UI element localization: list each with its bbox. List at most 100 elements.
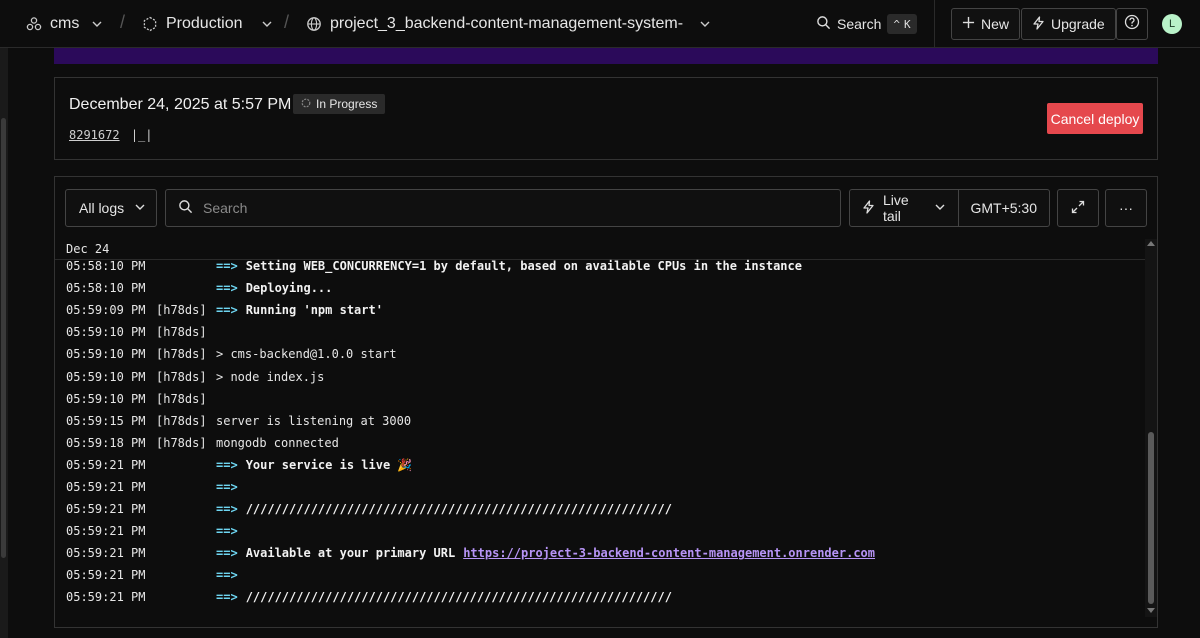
log-search-input[interactable]: Search [165,189,841,227]
upgrade-button[interactable]: Upgrade [1021,8,1116,40]
log-arrow: ==> [216,590,238,605]
chevron-down-icon [934,200,946,216]
log-message: ==> Your service is live 🎉 [216,458,412,472]
environment-switcher[interactable]: Production [142,0,273,48]
log-timestamp: 05:59:09 PM [66,303,146,318]
spinner-icon [301,97,311,111]
log-timestamp: 05:59:10 PM [66,369,146,384]
log-row: 05:58:10 PM ==> Setting WEB_CONCURRENCY=1 … [55,255,1145,277]
live-tail-button[interactable]: Live tail [850,190,958,226]
search-shortcut: ^ K [887,14,917,34]
log-message: ==> Available at your primary URL https://… [216,546,875,560]
log-timestamp: 05:59:18 PM [66,435,146,450]
log-row: 05:59:21 PM ==> [55,520,1145,542]
log-row: 05:59:09 PM [h78ds] ==> Running 'npm start' [55,299,1145,321]
deploy-card: December 24, 2025 at 5:57 PM In Progress… [54,77,1158,160]
log-timestamp: 05:59:10 PM [66,325,146,340]
workspace-icon [26,16,42,32]
log-scrollbar[interactable] [1145,239,1157,617]
expand-icon [1071,200,1085,217]
timezone-label: GMT+5:30 [970,200,1037,216]
search-label: Search [837,16,882,32]
log-text: Available at your primary URL [245,546,456,561]
chevron-down-icon [699,18,711,30]
log-list: 05:58:10 PM ==> Setting WEB_CONCURRENCY=1 … [55,255,1145,609]
log-message: ==> Setting WEB_CONCURRENCY=1 by default,… [216,259,802,273]
log-arrow: ==> [216,546,238,561]
log-timestamp: 05:58:10 PM [66,259,146,274]
workspace-switcher[interactable]: cms [26,0,103,48]
service-name: project_3_backend-content-management-sys… [330,15,684,32]
log-text: mongodb connected [216,435,339,450]
log-timestamp: 05:59:21 PM [66,590,146,605]
log-timestamp: 05:59:15 PM [66,413,146,428]
log-timestamp: 05:59:21 PM [66,502,146,517]
plus-icon [962,16,975,32]
cancel-deploy-button[interactable]: Cancel deploy [1047,103,1143,134]
breadcrumb-separator: / [284,12,290,32]
log-row: 05:59:10 PM [h78ds] > cms-backend@1.0.0 st… [55,343,1145,365]
expand-button[interactable] [1057,189,1099,227]
log-instance: [h78ds] [156,413,207,428]
log-filter-label: All logs [79,200,125,216]
log-timestamp: 05:59:21 PM [66,524,146,539]
outer-scrollbar-thumb[interactable] [1,118,6,558]
log-timestamp: 05:59:21 PM [66,546,146,561]
log-filter-dropdown[interactable]: All logs [65,189,157,227]
service-url-link[interactable]: https://project-3-backend-content-manage… [463,546,875,560]
more-options-button[interactable]: ··· [1105,189,1147,227]
environment-name: Production [166,15,243,32]
outer-scrollbar[interactable] [0,48,8,638]
new-button[interactable]: New [951,8,1021,40]
timezone-button[interactable]: GMT+5:30 [958,190,1049,226]
log-row: 05:59:21 PM ==> Your service is live 🎉 [55,454,1145,476]
log-message: ==> [216,524,246,538]
log-message: > cms-backend@1.0.0 start [216,347,397,361]
log-row: 05:59:21 PM ==> Available at your primary … [55,542,1145,564]
scroll-down-arrow[interactable] [1147,608,1155,613]
commit-info: 8291672 |_| [69,128,153,142]
log-message: ==> [216,568,246,582]
log-row: 05:59:15 PM [h78ds] server is listening at… [55,410,1145,432]
deploy-date: December 24, 2025 at 5:57 PM [69,96,292,113]
log-row: 05:59:10 PM [h78ds] [55,321,1145,343]
scroll-up-arrow[interactable] [1147,241,1155,246]
log-row: 05:58:10 PM ==> Deploying... [55,277,1145,299]
log-instance: [h78ds] [156,391,207,406]
log-arrow: ==> [216,524,238,539]
global-search-button[interactable]: Search ^ K [816,13,917,35]
log-arrow: ==> [216,479,238,494]
log-text: > cms-backend@1.0.0 start [216,347,397,362]
new-label: New [981,16,1010,32]
log-text: Deploying... [245,281,333,296]
banner-strip [54,48,1158,64]
bolt-icon [862,199,875,217]
log-message: ==> /////////////////////////////////////… [216,502,672,516]
log-arrow: ==> [216,502,238,517]
log-arrow: ==> [216,568,238,583]
log-timestamp: 05:59:21 PM [66,568,146,583]
avatar[interactable]: L [1162,14,1182,34]
environment-icon [142,16,158,32]
log-arrow: ==> [216,259,238,274]
commit-hash[interactable]: 8291672 [69,128,120,142]
log-text: ////////////////////////////////////////… [245,590,672,605]
log-instance: [h78ds] [156,303,207,318]
status-badge: In Progress [293,94,386,114]
log-scrollbar-thumb[interactable] [1148,432,1154,604]
caret-icon: ^ [893,17,900,31]
breadcrumb-separator: / [120,12,126,32]
log-instance: [h78ds] [156,325,207,340]
service-switcher[interactable]: project_3_backend-content-management-sys… [306,0,711,48]
log-row: 05:59:21 PM ==> //////////////////////////… [55,498,1145,520]
live-tail-group: Live tail GMT+5:30 [849,189,1050,227]
status-label: In Progress [316,97,378,111]
help-button[interactable] [1116,8,1148,40]
log-row: 05:59:21 PM ==> [55,476,1145,498]
logs-panel: All logs Search Live tail GMT+5:30 ··· D… [54,176,1158,628]
log-instance: [h78ds] [156,369,207,384]
live-tail-label: Live tail [883,192,909,224]
log-message: server is listening at 3000 [216,414,411,428]
log-text: Your service is live 🎉 [245,457,413,472]
log-row: 05:59:10 PM [h78ds] [55,388,1145,410]
